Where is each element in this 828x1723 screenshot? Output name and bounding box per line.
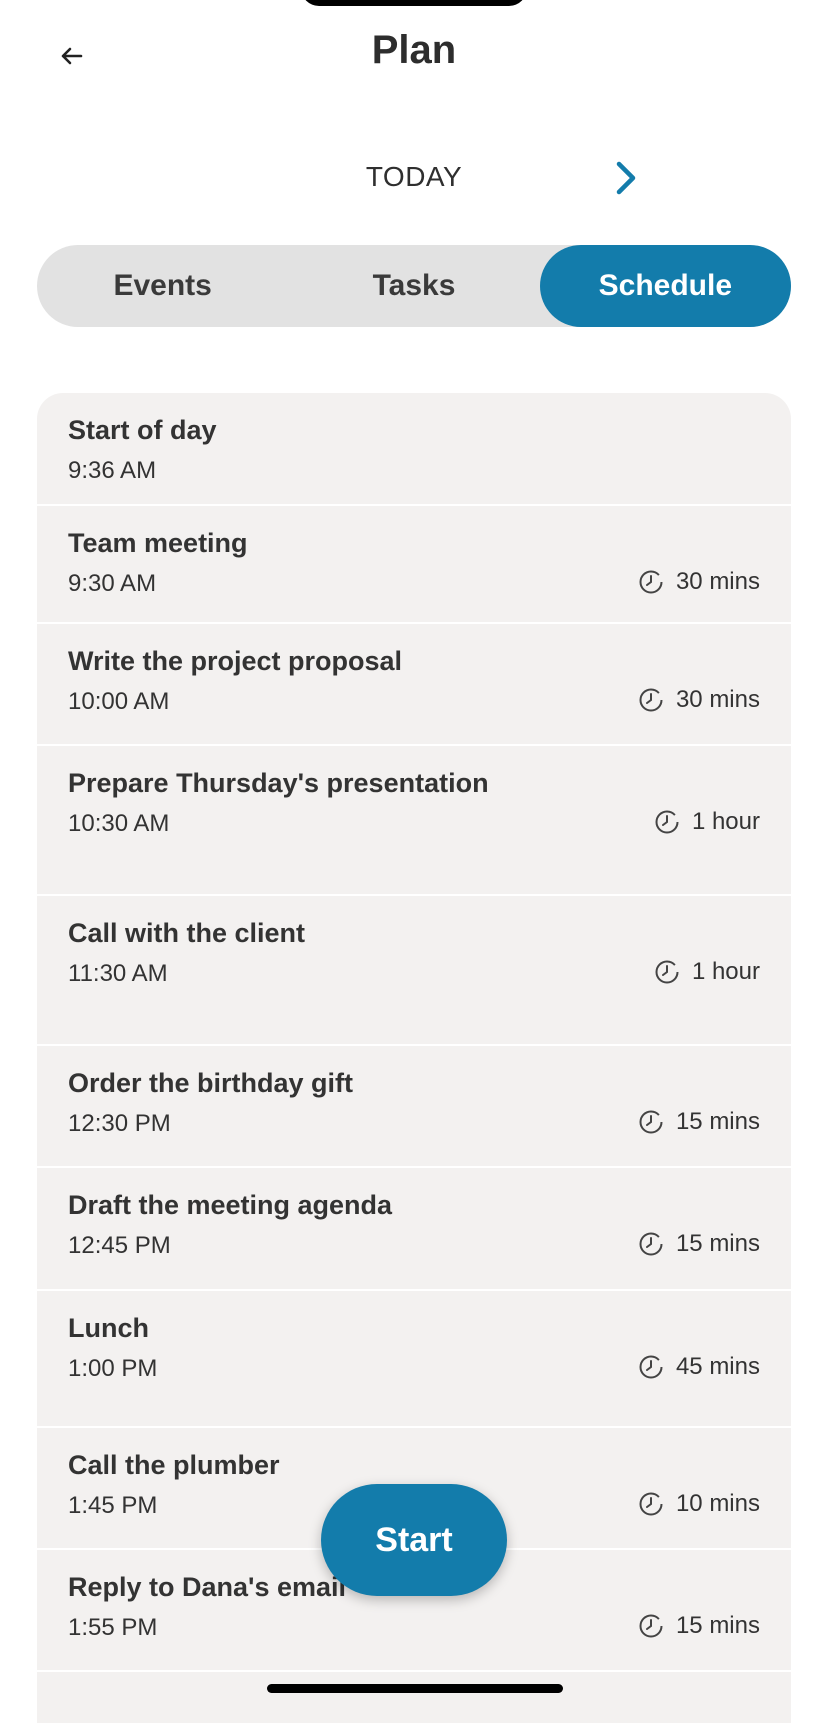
header: Plan [0,0,828,110]
item-time: 11:30 AM [68,960,168,987]
duration-text: 10 mins [675,1490,760,1517]
view-tabs: Events Tasks Schedule [37,245,791,327]
timer-icon [638,1109,664,1135]
timer-icon [638,1613,664,1639]
item-duration: 45 mins [638,1353,760,1381]
timer-icon [654,809,680,835]
item-time: 10:00 AM [68,688,170,715]
duration-text: 45 mins [675,1353,760,1380]
schedule-item[interactable]: Draft the meeting agenda 12:45 PM 15 min… [37,1168,791,1291]
item-title: Draft the meeting agenda [68,1190,393,1220]
page-title: Plan [371,28,457,72]
item-duration: 15 mins [638,1612,760,1640]
schedule-item[interactable]: Start of day 9:36 AM [37,393,791,506]
timer-icon [638,569,664,595]
schedule-item[interactable]: Call with the client 11:30 AM 1 hour [37,896,791,1046]
duration-text: 15 mins [675,1230,760,1257]
item-title: Start of day [68,415,217,445]
item-duration: 1 hour [654,958,760,986]
timer-icon [638,1491,664,1517]
item-duration: 1 hour [654,808,760,836]
tab-tasks[interactable]: Tasks [288,245,539,327]
item-title: Write the project proposal [68,646,403,676]
item-duration: 15 mins [638,1108,760,1136]
day-navigator: TODAY [0,155,828,201]
tab-schedule[interactable]: Schedule [539,245,791,327]
start-button[interactable]: Start [321,1484,507,1596]
timer-icon [654,959,680,985]
item-duration: 30 mins [638,686,760,714]
item-title: Order the birthday gift [68,1068,354,1098]
item-duration: 30 mins [638,568,760,596]
item-time: 9:30 AM [68,570,157,597]
item-time: 9:36 AM [68,457,157,484]
item-time: 10:30 AM [68,810,170,837]
schedule-item[interactable]: Prepare Thursday's presentation 10:30 AM… [37,746,791,896]
item-time: 12:30 PM [68,1110,171,1137]
schedule-item[interactable]: Team meeting 9:30 AM 30 mins [37,506,791,624]
home-indicator [267,1684,563,1693]
item-title: Call the plumber [68,1450,280,1480]
duration-text: 1 hour [691,958,760,985]
item-title: Prepare Thursday's presentation [68,768,489,798]
item-duration: 15 mins [638,1230,760,1258]
day-label: TODAY [365,161,463,192]
item-time: 12:45 PM [68,1232,171,1259]
item-title: Team meeting [68,528,248,558]
item-time: 1:55 PM [68,1614,158,1641]
duration-text: 30 mins [675,686,760,713]
schedule-item[interactable]: Order the birthday gift 12:30 PM 15 mins [37,1046,791,1168]
item-time: 1:45 PM [68,1492,158,1519]
duration-text: 15 mins [675,1108,760,1135]
timer-icon [638,1231,664,1257]
item-time: 1:00 PM [68,1355,158,1382]
tab-events[interactable]: Events [37,245,288,327]
schedule-item[interactable]: Lunch 1:00 PM 45 mins [37,1291,791,1428]
item-title: Call with the client [68,918,306,948]
item-title: Reply to Dana's email [68,1572,347,1602]
item-duration: 10 mins [638,1490,760,1518]
next-day-button[interactable] [606,155,646,201]
duration-text: 1 hour [691,808,760,835]
chevron-right-icon [616,161,636,195]
duration-text: 30 mins [675,568,760,595]
timer-icon [638,1354,664,1380]
timer-icon [638,687,664,713]
schedule-item[interactable]: Write the project proposal 10:00 AM 30 m… [37,624,791,746]
item-title: Lunch [68,1313,149,1343]
duration-text: 15 mins [675,1612,760,1639]
